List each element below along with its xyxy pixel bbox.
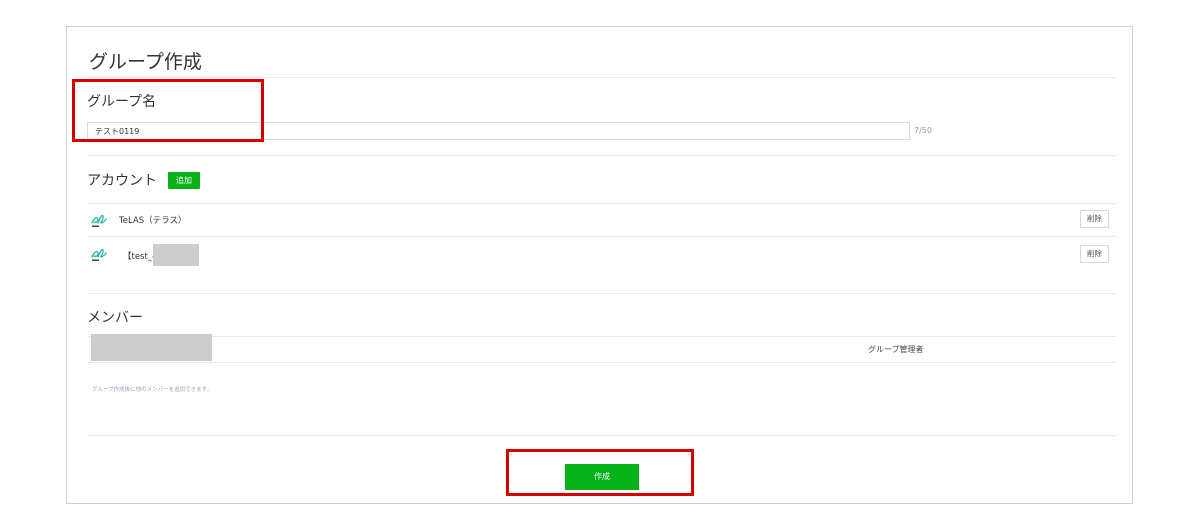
divider — [87, 435, 1116, 436]
divider — [87, 336, 1116, 337]
add-account-button[interactable]: 追加 — [168, 172, 200, 189]
telas-logo-icon — [91, 248, 107, 261]
divider — [87, 155, 1116, 156]
divider — [87, 77, 1116, 78]
highlight-box-group-name — [72, 79, 264, 142]
char-counter: 7/50 — [914, 126, 932, 135]
divider — [87, 362, 1116, 363]
members-label: メンバー — [87, 310, 143, 326]
redacted-block — [153, 244, 199, 266]
account-name: TeLAS（テラス） — [119, 216, 187, 226]
account-row: TeLAS（テラス） 削除 — [87, 204, 1116, 236]
telas-logo-icon — [91, 214, 107, 227]
member-role: グループ管理者 — [868, 345, 924, 354]
redacted-member-name — [91, 334, 212, 361]
members-hint: グループ作成後に他のメンバーを追加できます。 — [92, 387, 213, 393]
highlight-box-create-button — [506, 449, 694, 496]
delete-account-button[interactable]: 削除 — [1080, 210, 1109, 228]
accounts-label: アカウント — [87, 173, 157, 189]
delete-account-button[interactable]: 削除 — [1080, 245, 1109, 263]
divider — [87, 293, 1116, 294]
page-title: グループ作成 — [89, 51, 202, 73]
account-row: 【test_@ 削除 — [87, 237, 1116, 271]
